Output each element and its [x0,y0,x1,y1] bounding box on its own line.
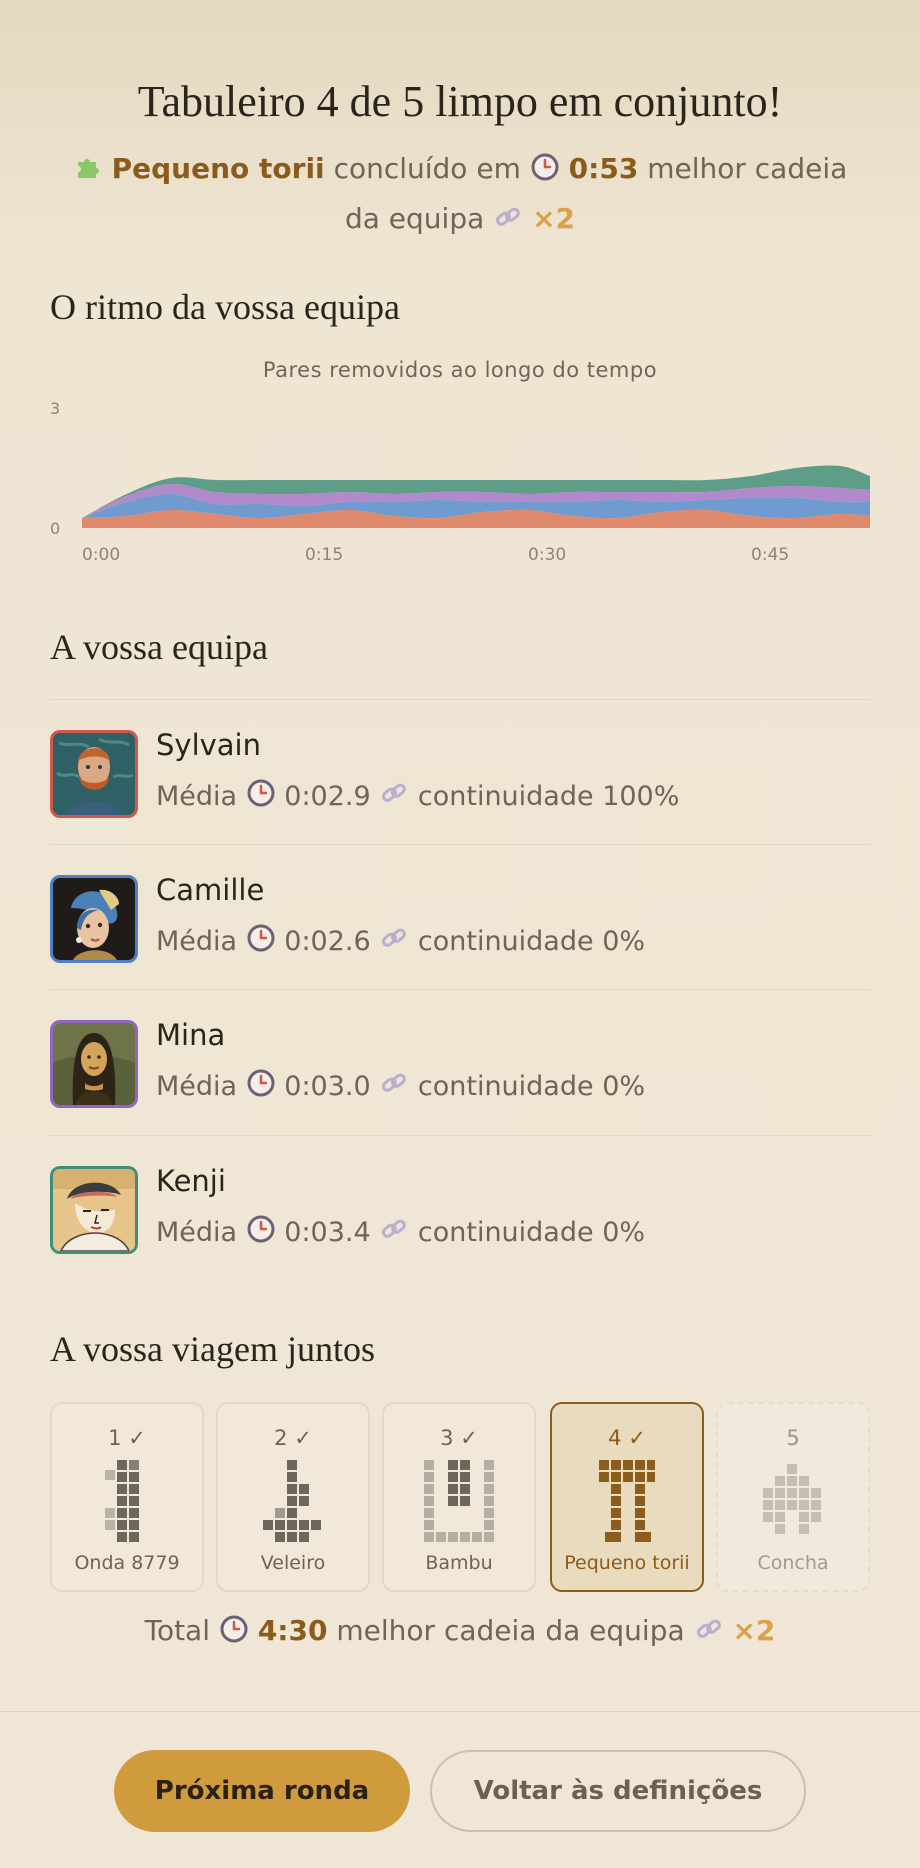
board-number: 1 ✓ [108,1426,146,1450]
journey-boards: 1 ✓ Onda 8779 2 ✓ Veleiro 3 ✓ Bambu 4 ✓ [50,1402,870,1592]
chart-title: Pares removidos ao longo do tempo [262,358,658,382]
clock-icon [219,1614,249,1651]
board-name: Pequeno torii [564,1552,690,1574]
page-title: Tabuleiro 4 de 5 limpo em conjunto! [137,77,783,126]
chain-link-icon [379,923,409,960]
completion-time: 0:53 [568,152,639,185]
player-stats: Média 0:02.6 continuidade 0% [156,923,645,960]
board-number: 2 ✓ [274,1426,312,1450]
board-thumbnail [424,1460,494,1542]
total-label: Total [144,1614,210,1647]
back-to-settings-button[interactable]: Voltar às definições [430,1750,806,1832]
average-time: 0:03.4 [284,1217,371,1248]
player-row-kenji: Kenji Média 0:03.4 continuidade 0% [50,1136,870,1281]
average-label: Média [156,1071,238,1102]
board-tile-4-current[interactable]: 4 ✓ Pequeno torii [550,1402,704,1592]
avatar [50,1166,138,1254]
avatar [50,1020,138,1108]
board-tile-5-locked[interactable]: 5 Concha [716,1402,870,1592]
chain-link-icon [379,778,409,815]
chain-link-icon [493,200,523,246]
board-tile-1[interactable]: 1 ✓ Onda 8779 [50,1402,204,1592]
chain-link-icon [379,1214,409,1251]
player-name: Camille [156,873,265,907]
completed-in-label: concluído em [333,152,521,185]
chain-link-icon [694,1614,724,1651]
board-tile-3[interactable]: 3 ✓ Bambu [382,1402,536,1592]
clock-icon [246,1068,276,1105]
board-number: 4 ✓ [608,1426,646,1450]
clock-icon [530,150,560,196]
continuity-label: continuidade [417,781,594,812]
player-name: Kenji [156,1164,226,1198]
player-name: Mina [156,1018,226,1052]
journey-total: Total 4:30 melhor cadeia da equipa ×2 [0,1614,920,1651]
continuity-value: 0% [602,1217,646,1248]
continuity-label: continuidade [417,1217,594,1248]
y-tick-label: 0 [50,519,60,538]
puzzle-piece-icon [73,150,103,196]
action-bar: Próxima ronda Voltar às definições [0,1711,920,1868]
board-number: 5 [786,1426,800,1450]
average-time: 0:02.9 [284,781,371,812]
player-stats: Média 0:03.0 continuidade 0% [156,1068,645,1105]
x-tick-label: 0:15 [305,545,343,560]
x-tick-label: 0:30 [528,545,566,560]
board-thumbnail [599,1460,655,1542]
board-name: Onda 8779 [74,1552,180,1574]
clock-icon [246,923,276,960]
clock-icon [246,1214,276,1251]
team-heading: A vossa equipa [50,627,268,667]
board-name: Concha [757,1552,829,1574]
avatar [50,875,138,963]
journey-heading: A vossa viagem juntos [50,1329,375,1369]
board-number: 3 ✓ [440,1426,478,1450]
pace-chart: 0 3 0:00 0:15 0:30 0:45 [50,399,870,560]
chain-link-icon [379,1068,409,1105]
continuity-value: 0% [602,1071,646,1102]
puzzle-name: Pequeno torii [111,152,325,185]
board-name: Bambu [425,1552,493,1574]
rhythm-heading: O ritmo da vossa equipa [50,287,400,327]
player-row-sylvain: Sylvain Média 0:02.9 continuidade 100% [50,700,870,845]
average-label: Média [156,781,238,812]
x-tick-label: 0:00 [82,545,120,560]
round-summary: Pequeno torii concluído em 0:53 melhor c… [60,146,860,246]
continuity-label: continuidade [417,1071,594,1102]
results-card: Tabuleiro 4 de 5 limpo em conjunto! Pequ… [0,0,920,1868]
board-name: Veleiro [260,1552,326,1574]
avatar [50,730,138,818]
average-time: 0:03.0 [284,1071,371,1102]
total-time: 4:30 [257,1614,328,1647]
x-tick-label: 0:45 [751,545,789,560]
average-label: Média [156,926,238,957]
board-tile-2[interactable]: 2 ✓ Veleiro [216,1402,370,1592]
best-chain-value: ×2 [532,202,576,235]
player-row-mina: Mina Média 0:03.0 continuidade 0% [50,990,870,1135]
y-tick-label: 3 [50,399,60,418]
best-chain-value: ×2 [732,1614,776,1647]
continuity-value: 0% [602,926,646,957]
average-time: 0:02.6 [284,926,371,957]
next-round-button[interactable]: Próxima ronda [114,1750,410,1832]
continuity-label: continuidade [417,926,594,957]
board-thumbnail [105,1460,139,1542]
player-name: Sylvain [156,728,261,762]
player-row-camille: Camille Média 0:02.6 continuidade 0% [50,845,870,990]
average-label: Média [156,1217,238,1248]
player-stats: Média 0:02.9 continuidade 100% [156,778,679,815]
continuity-value: 100% [602,781,680,812]
board-thumbnail [763,1464,821,1534]
player-stats: Média 0:03.4 continuidade 0% [156,1214,645,1251]
best-chain-label: melhor cadeia da equipa [336,1614,685,1647]
board-thumbnail [263,1460,321,1542]
clock-icon [246,778,276,815]
